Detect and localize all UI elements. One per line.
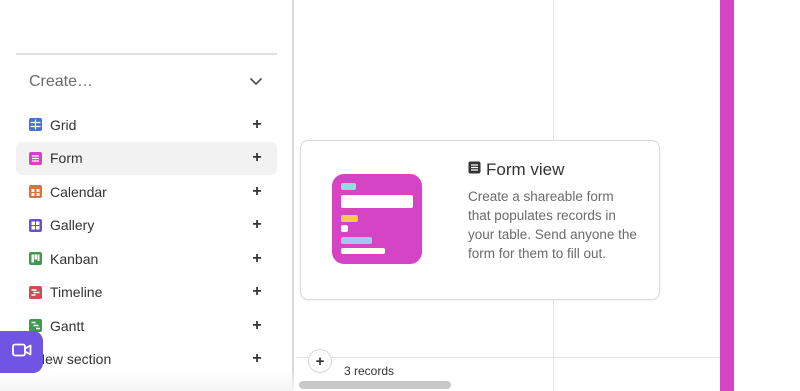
add-view-icon[interactable]: + [250,150,264,166]
gallery-icon [29,218,42,232]
card-title-row: Form view [468,160,564,180]
grid-icon [29,118,42,132]
add-section-icon[interactable]: + [250,351,264,367]
view-item-label: Grid [50,116,77,133]
view-item-form[interactable]: Form + [16,141,277,175]
accent-bar [720,0,734,391]
form-field-bar [341,237,372,244]
view-type-list: Grid + Form + Calendar + Gallery + Kanba… [16,108,277,376]
add-view-icon[interactable]: + [250,217,264,233]
timeline-icon [29,285,42,299]
view-item-kanban[interactable]: Kanban + [16,242,277,276]
create-label: Create… [29,73,94,90]
card-title: Form view [486,160,565,179]
sidebar-divider [16,53,277,55]
view-item-label: Gallery [50,217,95,234]
view-item-gallery[interactable]: Gallery + [16,209,277,243]
add-view-icon[interactable]: + [250,317,264,333]
form-field-bar [341,215,358,222]
view-item-label: New section [35,351,112,368]
view-item-grid[interactable]: Grid + [16,108,277,142]
form-field-bar [341,248,385,254]
add-view-icon[interactable]: + [250,183,264,199]
form-field-bar [341,225,348,232]
create-section-header[interactable]: Create… [16,66,277,98]
calendar-icon [29,185,42,199]
horizontal-scrollbar[interactable] [299,381,451,389]
add-record-button[interactable]: + [308,349,332,373]
view-item-calendar[interactable]: Calendar + [16,175,277,209]
view-item-label: Calendar [50,183,107,200]
sidebar-fade [0,369,294,391]
footer-divider [296,357,720,358]
add-view-icon[interactable]: + [250,116,264,132]
view-item-label: Gantt [50,317,85,334]
view-item-label: Form [50,150,83,167]
view-item-timeline[interactable]: Timeline + [16,276,277,310]
view-item-gantt[interactable]: Gantt + [16,309,277,343]
kanban-icon [29,252,42,266]
video-record-button[interactable] [0,331,43,373]
chevron-down-icon[interactable] [248,74,264,90]
form-field-bar [341,183,356,190]
add-view-icon[interactable]: + [250,284,264,300]
view-item-label: Timeline [50,284,103,301]
form-illustration [332,174,422,264]
add-view-icon[interactable]: + [250,250,264,266]
records-count: 3 records [344,364,395,378]
form-field-bar [341,195,413,208]
form-icon [468,161,481,179]
sidebar: Create… Grid + Form + Calendar + Gallery… [0,0,294,391]
card-description: Create a shareable form that populates r… [468,189,637,261]
video-camera-icon [11,343,32,362]
right-panel [734,0,800,391]
form-icon [29,151,42,165]
form-view-info-card: Form view Create a shareable form that p… [300,140,660,300]
view-item-label: Kanban [50,250,99,267]
